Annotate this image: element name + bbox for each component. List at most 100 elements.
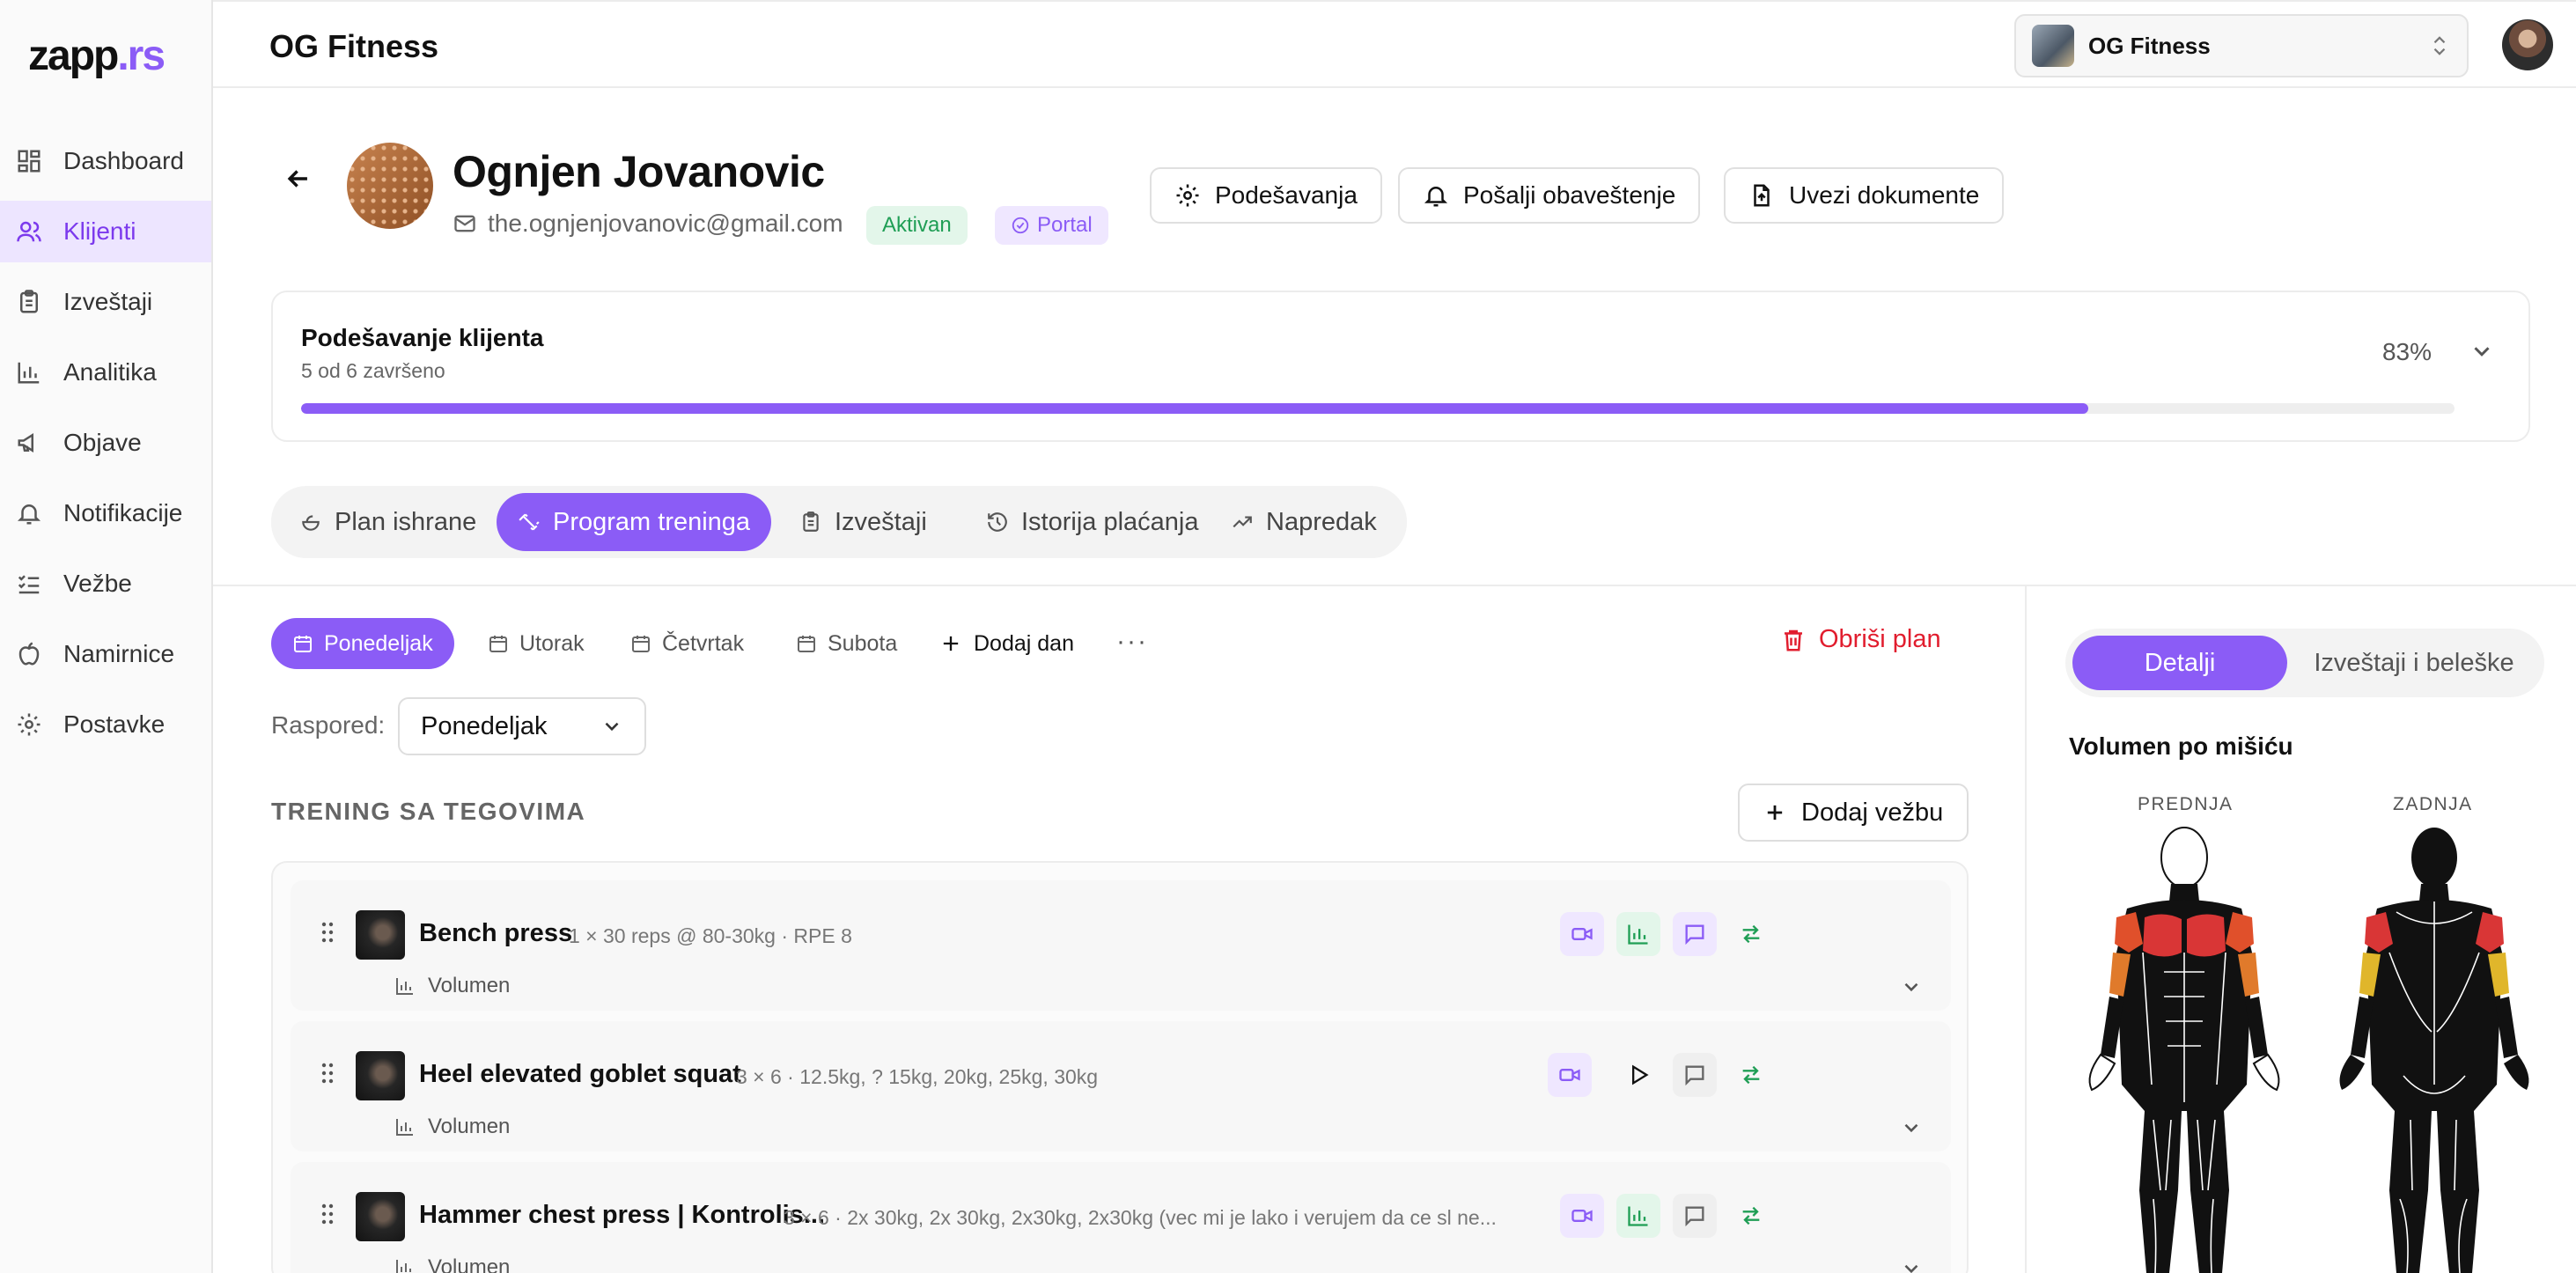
setup-percent: 83% bbox=[2381, 338, 2432, 365]
trash-icon bbox=[1785, 629, 1802, 651]
send-notification-label: Pošalji obaveštenje bbox=[1463, 181, 1676, 209]
volume-toggle[interactable]: Volumen bbox=[394, 1255, 510, 1273]
tab-izvestaji-beleske[interactable]: Izveštaji i beleške bbox=[2291, 636, 2537, 690]
expand-volume-button[interactable] bbox=[1900, 1116, 1923, 1139]
expand-volume-button[interactable] bbox=[1900, 975, 1923, 998]
tab-napredak[interactable]: Napredak bbox=[1210, 493, 1398, 551]
check-circle-icon bbox=[1012, 217, 1029, 234]
exercise-row[interactable]: Heel elevated goblet squat 3 × 6 · 12.5k… bbox=[291, 1021, 1951, 1152]
send-notification-button[interactable]: Pošalji obaveštenje bbox=[1398, 167, 1701, 224]
org-thumbnail bbox=[2032, 25, 2074, 67]
user-avatar[interactable] bbox=[2502, 19, 2553, 70]
tab-izvestaji[interactable]: Izveštaji bbox=[778, 493, 948, 551]
swap-button[interactable] bbox=[1729, 1194, 1773, 1238]
drag-handle-icon[interactable] bbox=[320, 1062, 335, 1085]
sidebar-item-klijenti[interactable]: Klijenti bbox=[0, 201, 211, 262]
exercise-detail: 3 × 6 · 2x 30kg, 2x 30kg, 2x30kg, 2x30kg… bbox=[784, 1206, 1497, 1229]
sidebar-item-vezbe[interactable]: Vežbe bbox=[0, 553, 211, 614]
volume-toggle[interactable]: Volumen bbox=[394, 974, 510, 998]
workout-section-title: TRENING SA TEGOVIMA bbox=[271, 798, 586, 825]
drag-handle-icon[interactable] bbox=[320, 1203, 335, 1225]
arrow-left-icon bbox=[287, 170, 307, 188]
day-label: Subota bbox=[828, 630, 898, 656]
sidebar-item-namirnice[interactable]: Namirnice bbox=[0, 623, 211, 685]
exercise-detail: 3 × 6 · 12.5kg, ? 15kg, 20kg, 25kg, 30kg bbox=[736, 1065, 1099, 1088]
muscle-volume-title: Volumen po mišiću bbox=[2069, 732, 2293, 760]
settings-button[interactable]: Podešavanja bbox=[1150, 167, 1382, 224]
content-divider bbox=[213, 585, 2576, 586]
import-documents-button[interactable]: Uvezi dokumente bbox=[1724, 167, 2005, 224]
exercise-row[interactable]: Hammer chest press | Kontrolis... 3 × 6 … bbox=[291, 1162, 1951, 1273]
users-icon bbox=[17, 221, 41, 242]
setup-subtitle: 5 od 6 završeno bbox=[301, 359, 445, 382]
client-setup-card[interactable]: Podešavanje klijenta 5 od 6 završeno 83% bbox=[271, 291, 2530, 442]
video-button[interactable] bbox=[1560, 1194, 1604, 1238]
exercise-name: Hammer chest press | Kontrolis... bbox=[419, 1201, 825, 1229]
stats-button[interactable] bbox=[1616, 1194, 1660, 1238]
swap-button[interactable] bbox=[1729, 912, 1773, 956]
day-cetvrtak[interactable]: Četvrtak bbox=[609, 618, 765, 669]
exercise-name: Heel elevated goblet squat bbox=[419, 1060, 741, 1088]
tab-label: Izveštaji bbox=[835, 507, 927, 536]
sidebar-item-analitika[interactable]: Analitika bbox=[0, 342, 211, 403]
tab-label: Program treninga bbox=[553, 507, 751, 536]
tab-detalji[interactable]: Detalji bbox=[2072, 636, 2287, 690]
swap-button[interactable] bbox=[1729, 1053, 1773, 1097]
day-utorak[interactable]: Utorak bbox=[467, 618, 606, 669]
more-options-button[interactable]: ··· bbox=[1116, 627, 1148, 657]
video-button[interactable] bbox=[1548, 1053, 1592, 1097]
logo[interactable]: zapp.rs bbox=[28, 32, 166, 80]
tab-program-treninga[interactable]: Program treninga bbox=[497, 493, 772, 551]
video-icon bbox=[1571, 1210, 1593, 1222]
add-exercise-button[interactable]: Dodaj vežbu bbox=[1738, 784, 1969, 842]
volume-toggle[interactable]: Volumen bbox=[394, 1115, 510, 1139]
dumbbell-icon bbox=[519, 513, 540, 531]
client-name: Ognjen Jovanovic bbox=[453, 147, 825, 196]
chevron-down-icon bbox=[2474, 347, 2490, 357]
schedule-select[interactable]: Ponedeljak bbox=[398, 697, 646, 755]
app-root: zapp.rs Dashboard Klijenti Izveštaji Ana… bbox=[0, 0, 2576, 1273]
tab-plan-ishrane[interactable]: Plan ishrane bbox=[278, 493, 497, 551]
video-button[interactable] bbox=[1560, 912, 1604, 956]
expand-setup-button[interactable] bbox=[2469, 338, 2495, 364]
back-button[interactable] bbox=[283, 164, 313, 194]
sidebar-item-objave[interactable]: Objave bbox=[0, 412, 211, 474]
play-button[interactable] bbox=[1616, 1053, 1660, 1097]
sidebar-item-postavke[interactable]: Postavke bbox=[0, 694, 211, 755]
client-email-text: the.ognjenjovanovic@gmail.com bbox=[488, 210, 843, 237]
add-day-button[interactable]: Dodaj dan bbox=[917, 618, 1095, 669]
org-switcher[interactable]: OG Fitness bbox=[2014, 14, 2469, 77]
comment-button[interactable] bbox=[1673, 1194, 1717, 1238]
tab-istorija-placanja[interactable]: Istorija plaćanja bbox=[965, 493, 1220, 551]
day-ponedeljak[interactable]: Ponedeljak bbox=[271, 618, 454, 669]
apple-icon bbox=[18, 642, 40, 666]
client-email: the.ognjenjovanovic@gmail.com bbox=[453, 210, 843, 238]
delete-plan-button[interactable]: Obriši plan bbox=[1780, 625, 1941, 654]
gear-icon bbox=[18, 713, 40, 736]
back-view-label: ZADNJA bbox=[2393, 794, 2473, 814]
bar-chart-icon bbox=[396, 1119, 413, 1136]
comment-button[interactable] bbox=[1673, 1053, 1717, 1097]
list-checks-icon bbox=[18, 575, 40, 594]
chevron-down-icon bbox=[1904, 1264, 1918, 1273]
volume-label: Volumen bbox=[428, 1255, 511, 1273]
exercise-row[interactable]: Bench press 1 × 30 reps @ 80-30kg · RPE … bbox=[291, 880, 1951, 1011]
sidebar-item-label: Vežbe bbox=[63, 570, 132, 597]
expand-volume-button[interactable] bbox=[1900, 1257, 1923, 1273]
chevron-down-icon bbox=[605, 722, 619, 732]
comment-button[interactable] bbox=[1673, 912, 1717, 956]
sidebar-item-label: Klijenti bbox=[63, 217, 136, 245]
sidebar-item-label: Analitika bbox=[63, 358, 157, 386]
sidebar-item-izvestaji[interactable]: Izveštaji bbox=[0, 271, 211, 333]
right-panel-tabs: Detalji Izveštaji i beleške bbox=[2065, 629, 2544, 697]
clipboard-icon bbox=[20, 290, 38, 313]
drag-handle-icon[interactable] bbox=[320, 921, 335, 944]
bell-icon bbox=[17, 504, 41, 525]
sidebar-item-notifikacije[interactable]: Notifikacije bbox=[0, 482, 211, 544]
plus-icon bbox=[1767, 805, 1783, 820]
day-subota[interactable]: Subota bbox=[775, 618, 918, 669]
sidebar-item-dashboard[interactable]: Dashboard bbox=[0, 130, 211, 192]
sidebar-item-label: Izveštaji bbox=[63, 288, 153, 315]
stats-button[interactable] bbox=[1616, 912, 1660, 956]
sidebar-item-label: Postavke bbox=[63, 710, 166, 738]
